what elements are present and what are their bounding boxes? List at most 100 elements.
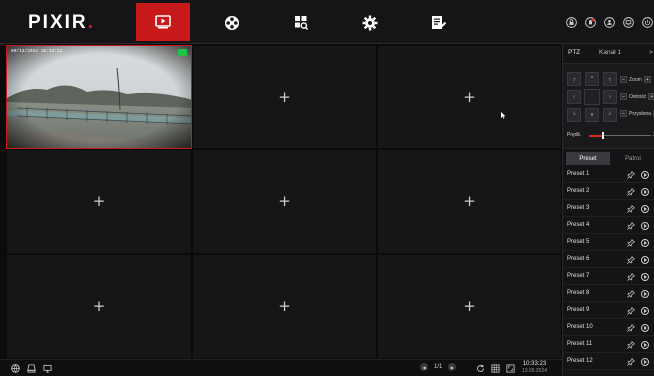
preset-row[interactable]: Preset 2 <box>563 183 654 200</box>
tab-search[interactable] <box>274 8 328 38</box>
empty-tile-8[interactable]: + <box>192 254 377 359</box>
ptz-controls: ┌ ^ ┐ ‹ › └ v ┘ − Zoom + − Ostrość + − P… <box>563 63 654 149</box>
speed-control: Prędk. 2 <box>567 130 654 140</box>
preset-name: Preset 11 <box>567 341 593 347</box>
empty-tile-7[interactable]: + <box>6 254 192 359</box>
set-preset-pin-icon[interactable] <box>627 222 635 230</box>
playback-icon <box>155 15 171 29</box>
set-preset-pin-icon[interactable] <box>627 307 635 315</box>
page-indicator: 1/1 <box>434 364 443 370</box>
call-preset-play-icon[interactable] <box>641 307 649 315</box>
preset-row[interactable]: Preset 1 <box>563 166 654 183</box>
screen-icon[interactable] <box>621 15 635 29</box>
collapse-panel-button[interactable]: > <box>649 49 653 56</box>
tab-preset[interactable]: Preset <box>566 152 610 165</box>
call-preset-play-icon[interactable] <box>641 290 649 298</box>
call-preset-play-icon[interactable] <box>641 273 649 281</box>
alarm-icon[interactable] <box>583 15 597 29</box>
ptz-channel-select[interactable]: Kanał 1 <box>599 49 621 56</box>
call-preset-play-icon[interactable] <box>641 171 649 179</box>
preset-name: Preset 7 <box>567 273 590 279</box>
empty-tile-3[interactable]: + <box>377 45 562 149</box>
call-preset-play-icon[interactable] <box>641 222 649 230</box>
call-preset-play-icon[interactable] <box>641 205 649 213</box>
preset-row[interactable]: Preset 6 <box>563 251 654 268</box>
network-icon[interactable] <box>10 363 21 374</box>
clock-date: 13.09.2024 <box>522 368 548 374</box>
zoom-in-button[interactable]: + <box>643 76 651 83</box>
preset-name: Preset 2 <box>567 188 590 194</box>
fullscreen-icon[interactable] <box>505 363 516 374</box>
zoom-label: Zoom <box>629 76 642 83</box>
preset-row[interactable]: Preset 12 <box>563 353 654 370</box>
film-reel-icon <box>225 16 239 30</box>
ptz-up-right-button[interactable]: ┐ <box>603 72 617 86</box>
call-preset-play-icon[interactable] <box>641 188 649 196</box>
set-preset-pin-icon[interactable] <box>627 324 635 332</box>
ptz-header: PTZ Kanał 1 > <box>563 44 654 62</box>
zoom-out-button[interactable]: − <box>620 76 627 83</box>
focus-plus-button[interactable]: + <box>648 93 654 100</box>
preset-row[interactable]: Preset 4 <box>563 217 654 234</box>
user-icon[interactable] <box>602 15 616 29</box>
preset-list: Preset 1 Preset 2 Preset 3 Preset 4 Preset 5… <box>563 166 654 370</box>
preset-row[interactable]: Preset 8 <box>563 285 654 302</box>
set-preset-pin-icon[interactable] <box>627 358 635 366</box>
prev-page-button[interactable]: ◀ <box>420 363 428 371</box>
set-preset-pin-icon[interactable] <box>627 188 635 196</box>
empty-tile-2[interactable]: + <box>192 45 377 149</box>
speed-slider-handle[interactable] <box>601 132 604 139</box>
focus-minus-button[interactable]: − <box>620 93 627 100</box>
iris-minus-button[interactable]: − <box>620 110 627 117</box>
ptz-right-button[interactable]: › <box>603 90 617 104</box>
preset-row[interactable]: Preset 11 <box>563 336 654 353</box>
set-preset-pin-icon[interactable] <box>627 205 635 213</box>
empty-tile-5[interactable]: + <box>192 149 377 254</box>
set-preset-pin-icon[interactable] <box>627 290 635 298</box>
preset-row[interactable]: Preset 9 <box>563 302 654 319</box>
preset-row[interactable]: Preset 7 <box>563 268 654 285</box>
empty-tile-4[interactable]: + <box>6 149 192 254</box>
file-search-icon <box>295 16 308 30</box>
call-preset-play-icon[interactable] <box>641 324 649 332</box>
tab-logs[interactable] <box>412 8 466 38</box>
ptz-left-button[interactable]: ‹ <box>567 90 581 104</box>
ptz-down-left-button[interactable]: └ <box>567 108 581 122</box>
mouse-cursor-icon <box>501 112 506 119</box>
ptz-down-right-button[interactable]: ┘ <box>603 108 617 122</box>
preset-row[interactable]: Preset 5 <box>563 234 654 251</box>
preset-name: Preset 10 <box>567 324 593 330</box>
power-icon[interactable] <box>640 15 654 29</box>
refresh-icon[interactable] <box>475 363 486 374</box>
grid-icon[interactable] <box>490 363 501 374</box>
tab-playback[interactable] <box>205 8 259 38</box>
set-preset-pin-icon[interactable] <box>627 239 635 247</box>
speed-slider[interactable] <box>589 132 651 139</box>
ptz-up-button[interactable]: ^ <box>585 72 599 86</box>
call-preset-play-icon[interactable] <box>641 239 649 247</box>
preset-row[interactable]: Preset 10 <box>563 319 654 336</box>
preset-name: Preset 12 <box>567 358 593 364</box>
ptz-center-button[interactable] <box>584 89 600 105</box>
monitor-icon[interactable] <box>42 363 53 374</box>
preset-row[interactable]: Preset 3 <box>563 200 654 217</box>
next-page-button[interactable]: ▶ <box>448 363 457 371</box>
camera-tile-1[interactable]: 09/13/2024 10:33:21 <box>6 45 192 149</box>
set-preset-pin-icon[interactable] <box>627 273 635 281</box>
clock-time: 10:33:23 <box>522 361 547 367</box>
ptz-down-button[interactable]: v <box>585 108 599 122</box>
lock-icon[interactable] <box>564 15 578 29</box>
set-preset-pin-icon[interactable] <box>627 341 635 349</box>
set-preset-pin-icon[interactable] <box>627 171 635 179</box>
call-preset-play-icon[interactable] <box>641 358 649 366</box>
call-preset-play-icon[interactable] <box>641 256 649 264</box>
tab-settings[interactable] <box>343 8 397 38</box>
hdd-icon[interactable] <box>26 363 37 374</box>
tab-live-view[interactable] <box>136 3 190 41</box>
empty-tile-9[interactable]: + <box>377 254 562 359</box>
set-preset-pin-icon[interactable] <box>627 256 635 264</box>
tab-patrol[interactable]: Patrol <box>611 152 654 165</box>
empty-tile-6[interactable]: + <box>377 149 562 254</box>
call-preset-play-icon[interactable] <box>641 341 649 349</box>
ptz-up-left-button[interactable]: ┌ <box>567 72 581 86</box>
